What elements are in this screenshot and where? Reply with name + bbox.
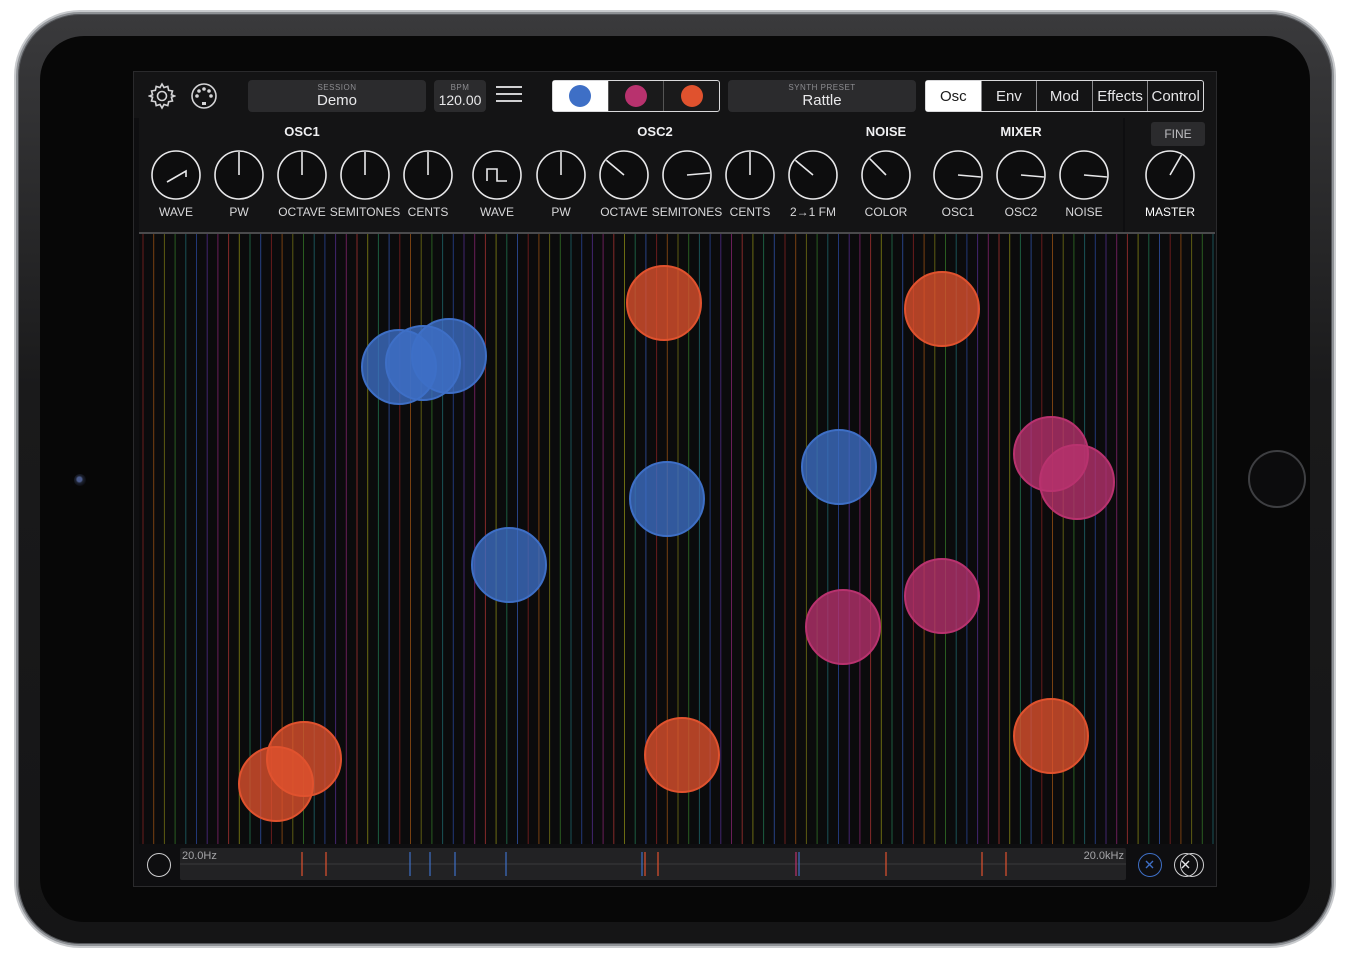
note-blue	[801, 429, 877, 505]
knob-label-osc2-fm: 2→1 FM	[789, 205, 837, 219]
knob-label-osc1-octave: OCTAVE	[278, 205, 326, 219]
record-circle-button[interactable]	[147, 853, 171, 877]
hamburger-menu-icon[interactable]	[496, 86, 522, 106]
note-blue	[385, 325, 461, 401]
knob-osc2-cents[interactable]	[725, 150, 775, 200]
knob-osc1-semitones[interactable]	[340, 150, 390, 200]
synth-preset-selector[interactable]: SYNTH PRESET Rattle	[728, 80, 916, 112]
knob-mixer-osc2[interactable]	[996, 150, 1046, 200]
knob-label-osc1-pw: PW	[229, 205, 249, 219]
note-orange	[626, 265, 702, 341]
settings-gear-icon[interactable]	[147, 82, 177, 110]
knob-label-osc1-semitones: SEMITONES	[329, 205, 401, 219]
synth-3-dot	[680, 85, 703, 107]
knob-label-osc1-cents: CENTS	[407, 205, 449, 219]
knob-label-osc2-pw: PW	[551, 205, 571, 219]
midi-icon[interactable]	[190, 82, 218, 110]
knob-mixer-osc1[interactable]	[933, 150, 983, 200]
knob-osc1-cents[interactable]	[403, 150, 453, 200]
synth-slot-3[interactable]	[664, 81, 719, 111]
note-magenta	[904, 558, 980, 634]
play-area-canvas	[139, 232, 1215, 844]
knob-osc2-wave[interactable]	[472, 150, 522, 200]
synth-slot-1[interactable]	[553, 81, 609, 111]
mixer-title: MIXER	[1000, 124, 1042, 139]
session-selector[interactable]: SESSION Demo	[248, 80, 426, 112]
master-panel: FINE MASTER	[1125, 118, 1216, 232]
knob-osc2-semitones[interactable]	[662, 150, 712, 200]
note-orange	[238, 746, 314, 822]
note-orange	[1013, 698, 1089, 774]
knob-label-master: MASTER	[1144, 205, 1196, 219]
clear-all-ring-icon	[1180, 853, 1204, 877]
section-tabs: Osc Env Mod Effects Control	[925, 80, 1204, 112]
note-orange	[644, 717, 720, 793]
bpm-value: 120.00	[438, 92, 482, 108]
knob-noise-color[interactable]	[861, 150, 911, 200]
fine-button[interactable]: FINE	[1151, 122, 1205, 146]
knob-label-mixer-osc2: OSC2	[1004, 205, 1038, 219]
tab-osc[interactable]: Osc	[926, 81, 982, 111]
knob-label-noise-color: COLOR	[864, 205, 908, 219]
tab-env[interactable]: Env	[982, 81, 1038, 111]
frequency-range-track[interactable]: 20.0Hz 20.0kHz	[180, 848, 1126, 880]
frequency-markers	[180, 852, 1126, 876]
synth-selector	[552, 80, 720, 112]
note-orange	[904, 271, 980, 347]
note-blue	[471, 527, 547, 603]
home-button[interactable]	[1248, 450, 1306, 508]
knob-master[interactable]	[1145, 150, 1195, 200]
note-blue	[629, 461, 705, 537]
preset-caption: SYNTH PRESET	[788, 83, 856, 92]
knob-label-mixer-osc1: OSC1	[941, 205, 975, 219]
clear-synth-icon[interactable]	[1138, 853, 1162, 877]
knob-osc1-octave[interactable]	[277, 150, 327, 200]
knob-osc2-octave[interactable]	[599, 150, 649, 200]
app-screen: SESSION Demo BPM 120.00 SYNTH PRESET Rat…	[133, 71, 1217, 887]
note-play-area[interactable]	[139, 232, 1215, 844]
knob-mixer-noise[interactable]	[1059, 150, 1109, 200]
note-magenta	[1039, 444, 1115, 520]
knob-osc2-fm[interactable]	[788, 150, 838, 200]
synth-slot-2[interactable]	[609, 81, 665, 111]
synth-1-dot	[569, 85, 592, 107]
knob-label-osc2-octave: OCTAVE	[600, 205, 648, 219]
noise-title: NOISE	[865, 124, 907, 139]
frequency-bar: 20.0Hz 20.0kHz	[134, 844, 1216, 886]
bpm-field[interactable]: BPM 120.00	[434, 80, 486, 112]
knob-label-osc2-cents: CENTS	[729, 205, 771, 219]
tab-effects[interactable]: Effects	[1093, 81, 1149, 111]
knob-label-osc1-wave: WAVE	[158, 205, 194, 219]
knob-label-osc2-semitones: SEMITONES	[651, 205, 723, 219]
tab-mod[interactable]: Mod	[1037, 81, 1093, 111]
preset-name: Rattle	[802, 92, 842, 109]
knob-osc1-pw[interactable]	[214, 150, 264, 200]
osc2-title: OSC2	[637, 124, 673, 139]
tab-control[interactable]: Control	[1148, 81, 1203, 111]
note-magenta	[805, 589, 881, 665]
osc1-title: OSC1	[284, 124, 320, 139]
oscillator-panel: OSC1 OSC2 NOISE MIXER ‹ WAVEPWOCTAVESEMI…	[139, 118, 1138, 232]
knob-osc1-wave[interactable]	[151, 150, 201, 200]
knob-osc2-pw[interactable]	[536, 150, 586, 200]
session-caption: SESSION	[317, 83, 357, 92]
front-camera	[74, 474, 86, 486]
top-bar: SESSION Demo BPM 120.00 SYNTH PRESET Rat…	[134, 72, 1216, 118]
session-name: Demo	[316, 92, 357, 109]
knob-label-mixer-noise: NOISE	[1065, 205, 1103, 219]
bpm-caption: BPM	[450, 83, 470, 92]
knob-label-osc2-wave: WAVE	[479, 205, 515, 219]
synth-2-dot	[625, 85, 647, 107]
